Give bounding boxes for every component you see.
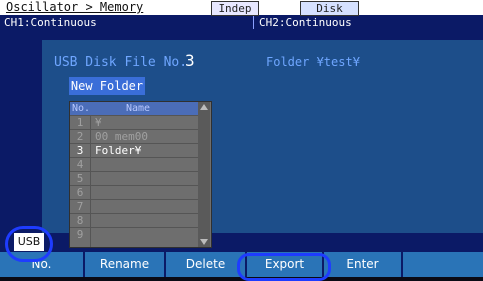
list-item-selected[interactable]: 3 Folder¥ (70, 143, 198, 158)
list-item-no: 8 (76, 214, 84, 227)
list-item-name: ¥ (95, 116, 102, 129)
channel-divider (253, 16, 254, 29)
ch2-status: CH2:Continuous (259, 16, 352, 29)
list-item-name: 00 mem00 (95, 130, 148, 143)
list-item[interactable]: 2 00 mem00 (70, 129, 198, 144)
softkey-delete[interactable]: Delete (166, 252, 247, 277)
breadcrumb: Oscillator > Memory (6, 0, 144, 14)
left-rail (0, 30, 42, 233)
file-list[interactable]: No. Name 1 ¥ 2 00 mem00 3 Folder¥ 4 5 6 (69, 101, 212, 248)
list-item-no: 6 (76, 186, 84, 199)
current-folder-label: Folder ¥test¥ (266, 55, 360, 69)
list-item[interactable]: 7 (70, 199, 198, 214)
softkey-rename[interactable]: Rename (85, 252, 166, 277)
list-item-no: 4 (76, 158, 84, 171)
usb-highlight-ring (5, 226, 53, 262)
list-item-no: 1 (76, 116, 84, 129)
column-header-no: No. (72, 103, 91, 114)
list-item-no: 3 (76, 144, 84, 157)
new-folder-button[interactable]: New Folder (69, 77, 145, 95)
file-number-label: USB Disk File No. (54, 55, 188, 70)
list-item[interactable]: 6 (70, 185, 198, 200)
list-item-no: 7 (76, 200, 84, 213)
screen: Oscillator > Memory Indep Disk CH1:Conti… (0, 0, 483, 281)
file-list-header: No. Name (70, 102, 198, 115)
list-item[interactable]: 9 (70, 227, 198, 242)
scroll-down-arrow-icon[interactable] (200, 239, 208, 245)
file-list-scrollbar[interactable] (198, 102, 210, 247)
softkey-empty[interactable] (403, 252, 483, 277)
list-item[interactable]: 8 (70, 213, 198, 228)
list-item-name: Folder¥ (95, 144, 142, 157)
list-item-no: 5 (76, 172, 84, 185)
column-header-name: Name (126, 103, 151, 114)
softkey-enter[interactable]: Enter (324, 252, 403, 277)
list-item-no: 9 (76, 228, 84, 241)
ch1-status: CH1:Continuous (4, 16, 97, 29)
list-item[interactable]: 4 (70, 157, 198, 172)
channel-status-bar: CH1:Continuous CH2:Continuous (0, 16, 483, 29)
mode-chip: Indep (211, 1, 259, 16)
scroll-up-arrow-icon[interactable] (200, 104, 208, 110)
list-item[interactable]: 5 (70, 171, 198, 186)
storage-chip: Disk (300, 1, 359, 16)
file-number-value[interactable]: 3 (185, 51, 195, 70)
list-item[interactable]: 1 ¥ (70, 115, 198, 130)
list-item-no: 2 (76, 130, 84, 143)
title-bar: Oscillator > Memory Indep Disk (0, 0, 483, 16)
